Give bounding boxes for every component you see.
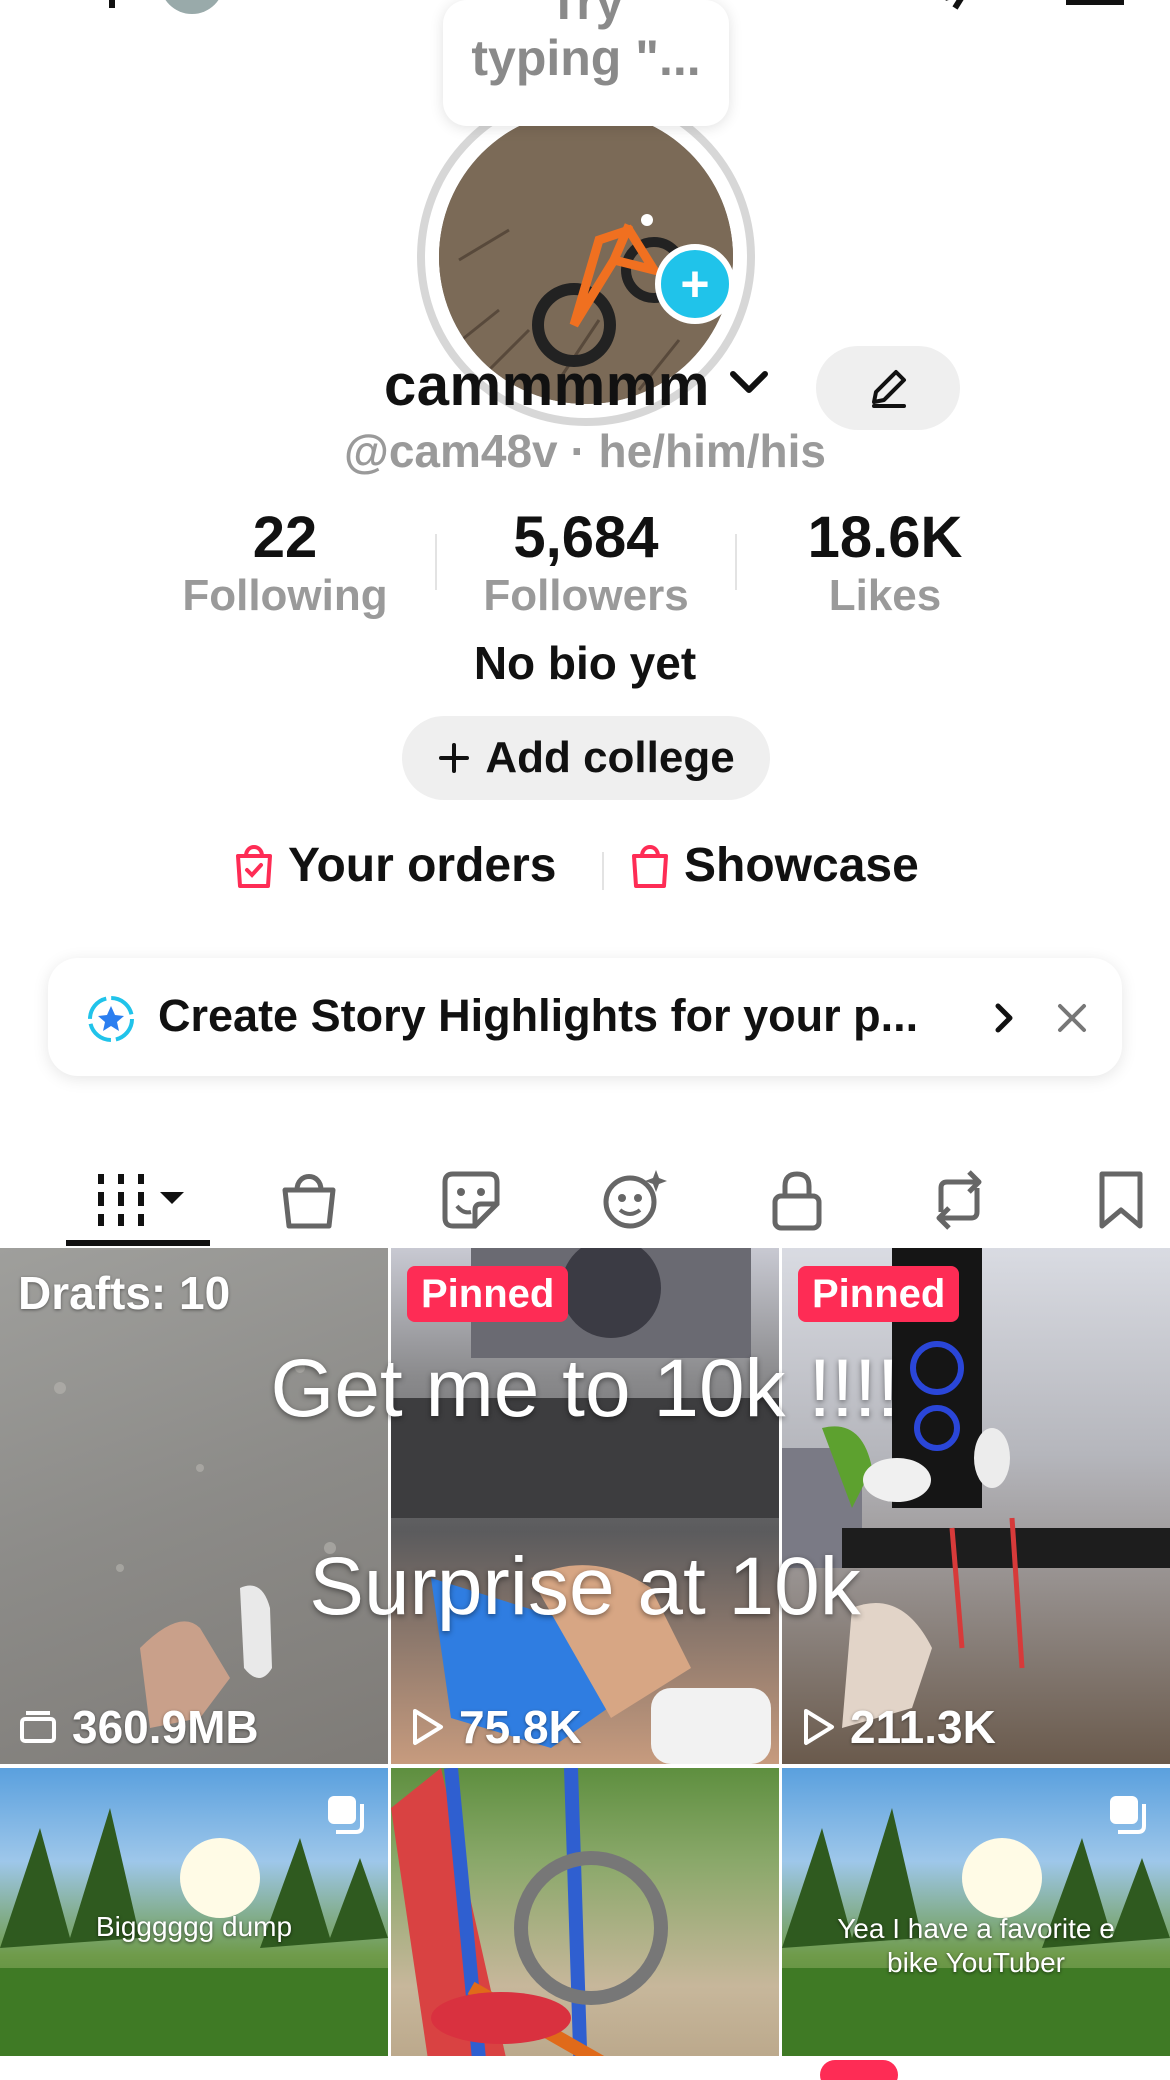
stat-likes[interactable]: 18.6K Likes — [735, 504, 1035, 620]
sticker-icon — [442, 1171, 500, 1229]
videos-grid-icon — [98, 1174, 184, 1226]
handle-pronouns: @cam48v · he/him/his — [343, 425, 827, 477]
tab-reposts[interactable] — [914, 1160, 1004, 1240]
mini-avatar[interactable] — [160, 0, 224, 14]
video-cell[interactable]: Bigggggg dump — [0, 1768, 388, 2080]
story-highlights-banner[interactable]: Create Story Highlights for your p... — [48, 958, 1122, 1076]
pinned-video-2[interactable]: Pinned 211.3K — [782, 1248, 1170, 1764]
view-count: 211.3K — [800, 1700, 996, 1754]
tab-stickers[interactable] — [426, 1160, 516, 1240]
stat-value: 22 — [252, 505, 318, 570]
add-story-button[interactable]: + — [655, 244, 735, 324]
chevron-down-icon[interactable] — [727, 368, 771, 398]
stat-following[interactable]: 22 Following — [135, 504, 435, 620]
order-bag-icon — [236, 844, 272, 888]
stat-followers[interactable]: 5,684 Followers — [436, 504, 736, 620]
play-icon — [413, 1709, 443, 1745]
tab-favorites[interactable] — [1076, 1160, 1166, 1240]
pinned-badge: Pinned — [407, 1266, 569, 1322]
storage-icon — [20, 1711, 56, 1743]
close-icon[interactable] — [1054, 1000, 1090, 1036]
inbox-notification-badge[interactable] — [820, 2060, 898, 2080]
pencil-icon — [872, 370, 906, 408]
shop-bag-icon — [282, 1174, 336, 1229]
draft-size-value: 360.9MB — [72, 1701, 259, 1753]
drafts-label: Drafts: 10 — [18, 1267, 231, 1319]
video-cell[interactable] — [391, 1768, 779, 2080]
tooltip-bubble: Try typing "... — [443, 0, 729, 126]
overlay-caption-2: Surprise at 10k — [309, 1541, 861, 1632]
video-cell[interactable]: Yea I have a favorite e bike YouTuber — [782, 1768, 1170, 2080]
add-friends-icon[interactable] — [42, 0, 122, 10]
profile-tabs — [0, 1144, 1170, 1248]
view-count: 75.8K — [409, 1700, 582, 1754]
showcase-label: Showcase — [684, 839, 919, 892]
play-icon — [804, 1709, 834, 1745]
creator-tools-icon[interactable] — [820, 0, 890, 10]
sparkle-face-icon — [603, 1170, 667, 1229]
stat-label: Following — [182, 571, 388, 620]
stat-value: 18.6K — [807, 505, 963, 570]
edit-profile-button[interactable] — [816, 346, 960, 430]
menu-icon[interactable] — [1062, 0, 1132, 10]
pinned-thumbnail-1-illustration — [391, 1248, 779, 1764]
pinned-badge: Pinned — [798, 1266, 960, 1322]
pinned-video-1[interactable]: Pinned 75.8K — [391, 1248, 779, 1764]
plus-icon — [439, 743, 470, 773]
multi-photo-icon — [328, 1796, 364, 1834]
your-orders-label: Your orders — [288, 839, 557, 892]
active-tab-indicator — [66, 1240, 210, 1246]
tooltip-line-2: typing "... — [471, 30, 701, 86]
star-badge-icon — [88, 996, 134, 1042]
story-highlights-text: Create Story Highlights for your p... — [158, 990, 919, 1041]
stat-label: Likes — [828, 571, 942, 620]
divider — [602, 852, 604, 890]
tab-ai-self[interactable] — [590, 1160, 680, 1240]
stat-value: 5,684 — [513, 505, 659, 570]
profile-stats: 22 Following 5,684 Followers 18.6K Likes — [0, 504, 1170, 624]
repost-icon — [936, 1170, 982, 1230]
share-icon[interactable] — [935, 0, 995, 10]
video-caption: Yea I have a favorite e bike YouTuber — [837, 1913, 1115, 1978]
view-count-value: 211.3K — [850, 1701, 996, 1753]
tooltip-line-1: Try — [548, 0, 624, 30]
drafts-thumbnail-illustration — [54, 1363, 336, 1728]
video-grid: Drafts: 10 360.9MB Pinned 75.8K Pinned 2… — [0, 1248, 1170, 2080]
chevron-right-icon[interactable] — [990, 998, 1018, 1038]
playground-thumbnail — [391, 1768, 668, 2080]
profile-avatar[interactable]: + — [417, 88, 755, 426]
add-college-label: Add college — [485, 733, 735, 782]
pinned-thumbnail-2-illustration — [782, 1248, 1170, 1728]
tab-shop[interactable] — [264, 1160, 354, 1240]
tab-videos[interactable] — [90, 1160, 190, 1240]
stat-label: Followers — [483, 571, 689, 620]
lock-icon — [772, 1171, 822, 1231]
your-orders-link[interactable]: Your orders — [234, 838, 557, 893]
username-row: cammmmm — [0, 346, 1170, 430]
bookmark-icon — [1099, 1171, 1143, 1229]
bottom-nav-peek — [0, 2056, 1170, 2080]
tab-private[interactable] — [752, 1160, 842, 1240]
add-college-button[interactable]: Add college — [402, 716, 770, 800]
video-caption: Bigggggg dump — [95, 1911, 293, 1942]
view-count-value: 75.8K — [459, 1701, 582, 1753]
bio-text[interactable]: No bio yet — [0, 636, 1170, 690]
drafts-cell[interactable]: Drafts: 10 360.9MB — [0, 1248, 388, 1764]
draft-size: 360.9MB — [18, 1700, 259, 1754]
multi-photo-icon — [1110, 1796, 1146, 1834]
shopping-bag-icon — [632, 844, 668, 888]
shop-links: Your orders Showcase — [0, 838, 1170, 902]
display-name[interactable]: cammmmm — [384, 352, 710, 419]
showcase-link[interactable]: Showcase — [630, 838, 919, 893]
overlay-caption-1: Get me to 10k !!!! — [270, 1343, 900, 1434]
